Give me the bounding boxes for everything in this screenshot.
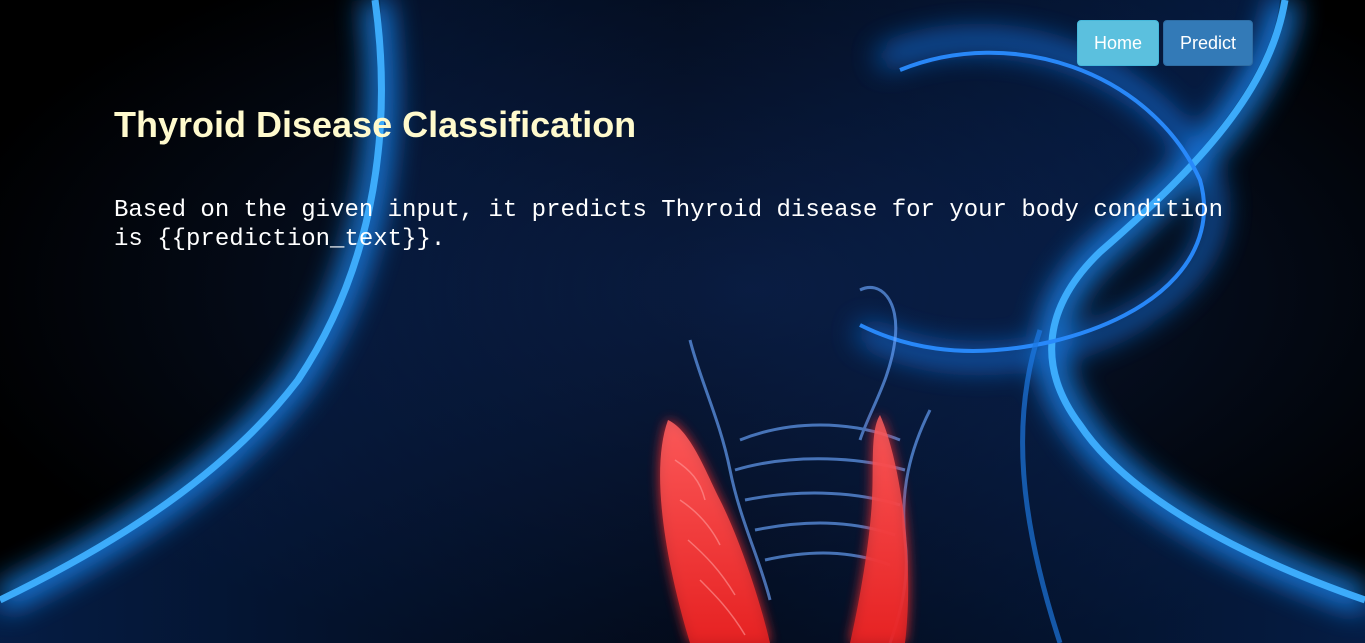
home-button[interactable]: Home	[1076, 20, 1159, 66]
predict-button[interactable]: Predict	[1162, 20, 1253, 66]
page: Home Predict Thyroid Disease Classificat…	[0, 0, 1365, 643]
prediction-result-text: Based on the given input, it predicts Th…	[114, 197, 1223, 253]
background-image	[0, 0, 1365, 643]
page-title: Thyroid Disease Classification	[114, 104, 637, 145]
top-nav: Home Predict	[1076, 20, 1253, 66]
